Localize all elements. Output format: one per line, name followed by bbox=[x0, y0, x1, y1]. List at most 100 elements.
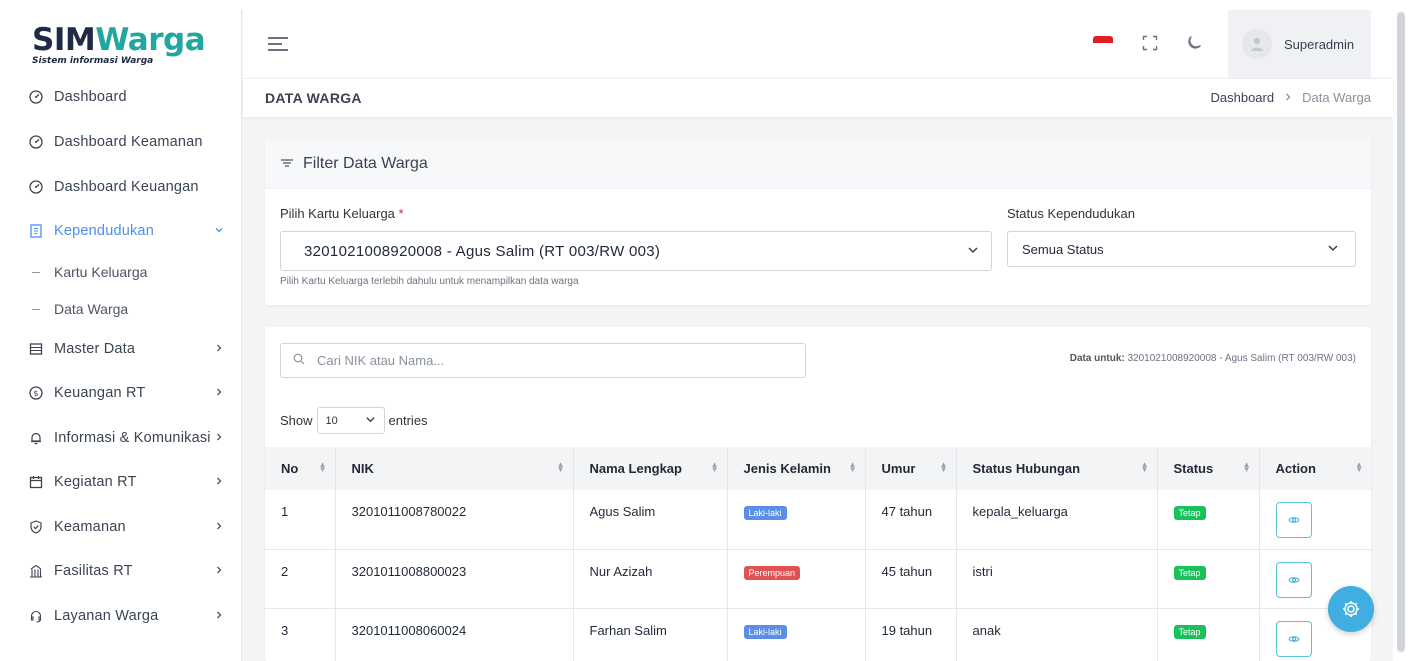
sidebar-item-dashboard-keuangan[interactable]: Dashboard Keuangan bbox=[28, 179, 224, 195]
data-for-label: Data untuk: bbox=[1069, 353, 1125, 364]
search-placeholder: Cari NIK atau Nama... bbox=[317, 353, 445, 368]
page-title: DATA WARGA bbox=[265, 90, 362, 106]
kk-select[interactable]: 3201021008920008 - Agus Salim (RT 003/RW… bbox=[280, 231, 992, 271]
gender-badge: Laki-laki bbox=[743, 624, 787, 639]
sidebar-item-label: Keamanan bbox=[54, 519, 126, 535]
chevron-right-icon bbox=[212, 342, 224, 356]
dark-mode-moon-icon[interactable] bbox=[1183, 32, 1205, 54]
chevron-right-icon bbox=[212, 386, 224, 400]
page-title-bar: DATA WARGA Dashboard Data Warga bbox=[243, 78, 1393, 117]
gender-badge: Laki-laki bbox=[743, 506, 787, 520]
cell-action bbox=[1259, 490, 1371, 550]
status-select[interactable]: Semua Status bbox=[1007, 231, 1356, 267]
sidebar-item-layanan-warga[interactable]: Layanan Warga bbox=[28, 608, 224, 624]
user-menu[interactable]: Superadmin bbox=[1228, 10, 1371, 78]
column-header-status-hubungan[interactable]: Status Hubungan ▲ ▼ bbox=[956, 447, 1158, 490]
sidebar-item-dashboard-keamanan[interactable]: Dashboard Keamanan bbox=[28, 134, 224, 150]
column-header-no[interactable]: No ▲ ▼ bbox=[265, 447, 336, 490]
kk-help-text: Pilih Kartu Keluarga terlebih dahulu unt… bbox=[280, 276, 579, 287]
table-row: 3 3201011008060024 Farhan Salim Laki-lak… bbox=[265, 608, 1371, 661]
sidebar-item-label: Dashboard bbox=[54, 89, 127, 105]
column-header-status[interactable]: Status ▲ ▼ bbox=[1157, 447, 1260, 490]
breadcrumb-dashboard-link[interactable]: Dashboard bbox=[1211, 90, 1275, 105]
search-input[interactable]: Cari NIK atau Nama... bbox=[280, 343, 806, 378]
sort-icon: ▲ ▼ bbox=[1140, 460, 1149, 474]
cell-status-hubungan: kepala_keluarga bbox=[956, 490, 1158, 550]
sort-icon: ▲ ▼ bbox=[1242, 460, 1251, 474]
kk-select-value: 3201021008920008 - Agus Salim (RT 003/RW… bbox=[304, 242, 661, 260]
cell-nik: 3201011008780022 bbox=[335, 490, 574, 550]
chevron-right-icon bbox=[212, 520, 224, 534]
language-flag-icon[interactable] bbox=[1093, 36, 1113, 50]
sidebar-item-keuangan-rt[interactable]: $ Keuangan RT bbox=[28, 385, 224, 401]
required-mark: * bbox=[398, 206, 404, 221]
eye-icon bbox=[1287, 517, 1300, 523]
sidebar-subitem-label: Kartu Keluarga bbox=[54, 264, 148, 280]
sort-icon: ▲ ▼ bbox=[1355, 460, 1363, 474]
breadcrumb: Dashboard Data Warga bbox=[1211, 90, 1372, 105]
chevron-down-icon bbox=[212, 224, 224, 238]
sidebar-item-fasilitas-rt[interactable]: Fasilitas RT bbox=[28, 563, 224, 579]
cell-nama: Nur Azizah bbox=[573, 549, 728, 609]
sidebar-item-label: Dashboard Keuangan bbox=[54, 179, 199, 195]
dollar-icon: $ bbox=[28, 385, 44, 401]
page-length-control: Show 10 entries bbox=[280, 407, 428, 434]
logo-sim: SIM bbox=[32, 22, 96, 58]
headset-icon bbox=[28, 608, 44, 624]
app-logo[interactable]: SIMWarga Sistem informasi Warga bbox=[32, 22, 206, 66]
data-for-value: 3201021008920008 - Agus Salim (RT 003/RW… bbox=[1127, 353, 1357, 364]
sidebar-item-label: Informasi & Komunikasi bbox=[54, 430, 211, 446]
cell-umur: 47 tahun bbox=[865, 490, 957, 550]
search-icon bbox=[293, 353, 305, 368]
cell-jenis-kelamin: Perempuan bbox=[727, 549, 866, 609]
fullscreen-icon[interactable] bbox=[1139, 32, 1161, 54]
hamburger-menu-icon[interactable] bbox=[268, 37, 288, 55]
breadcrumb-current: Data Warga bbox=[1302, 90, 1371, 105]
building-icon bbox=[28, 563, 44, 579]
data-for-info: Data untuk: 3201021008920008 - Agus Sali… bbox=[1070, 353, 1356, 364]
warga-table: No ▲ ▼ NIK ▲ ▼ Nama Lengkap ▲ ▼ Jenis Kelamin ▲… bbox=[265, 447, 1371, 661]
logo-warga: Warga bbox=[95, 22, 206, 58]
bell-icon bbox=[28, 430, 44, 446]
cell-umur: 45 tahun bbox=[865, 549, 957, 609]
status-badge: Tetap bbox=[1173, 565, 1206, 580]
gauge-icon bbox=[28, 179, 44, 195]
cell-umur: 19 tahun bbox=[865, 608, 957, 661]
page-length-select[interactable]: 10 bbox=[316, 407, 385, 434]
cell-jenis-kelamin: Laki-laki bbox=[727, 490, 866, 550]
view-detail-button[interactable] bbox=[1275, 620, 1312, 657]
sidebar-item-master-data[interactable]: Master Data bbox=[28, 341, 224, 357]
sidebar-item-label: Fasilitas RT bbox=[54, 563, 133, 579]
sidebar-item-keamanan[interactable]: Keamanan bbox=[28, 519, 224, 535]
calendar-icon bbox=[28, 474, 44, 490]
status-select-value: Semua Status bbox=[1022, 241, 1104, 257]
sidebar-item-label: Kegiatan RT bbox=[54, 474, 137, 490]
view-detail-button[interactable] bbox=[1275, 502, 1312, 538]
view-detail-button[interactable] bbox=[1275, 561, 1312, 598]
sidebar-item-informasi-komunikasi[interactable]: Informasi & Komunikasi bbox=[28, 430, 224, 446]
top-header: Superadmin bbox=[243, 10, 1393, 78]
column-header-nik[interactable]: NIK ▲ ▼ bbox=[335, 447, 574, 490]
sidebar-item-label: Kependudukan bbox=[54, 223, 154, 239]
gear-icon bbox=[1343, 601, 1359, 617]
svg-text:$: $ bbox=[33, 389, 38, 398]
sidebar-subitem-data-warga[interactable]: Data Warga bbox=[32, 301, 128, 317]
sidebar-item-dashboard[interactable]: Dashboard bbox=[28, 89, 224, 105]
settings-fab-button[interactable] bbox=[1328, 586, 1374, 632]
column-header-jenis-kelamin[interactable]: Jenis Kelamin ▲ ▼ bbox=[727, 447, 866, 490]
column-header-umur[interactable]: Umur ▲ ▼ bbox=[865, 447, 957, 490]
sidebar-item-kegiatan-rt[interactable]: Kegiatan RT bbox=[28, 474, 224, 490]
user-name: Superadmin bbox=[1284, 36, 1355, 52]
chevron-down-icon bbox=[365, 414, 376, 428]
page-scrollbar[interactable] bbox=[1393, 10, 1409, 661]
sidebar-item-kependudukan[interactable]: Kependudukan bbox=[28, 223, 224, 239]
sidebar-subitem-kartu-keluarga[interactable]: Kartu Keluarga bbox=[32, 264, 147, 280]
shield-icon bbox=[28, 519, 44, 535]
table-header-row: No ▲ ▼ NIK ▲ ▼ Nama Lengkap ▲ ▼ Jenis Kelamin ▲… bbox=[265, 447, 1371, 490]
dash-icon bbox=[32, 308, 40, 310]
column-header-nama[interactable]: Nama Lengkap ▲ ▼ bbox=[573, 447, 728, 490]
column-header-action[interactable]: Action ▲ ▼ bbox=[1259, 447, 1371, 490]
sort-icon: ▲ ▼ bbox=[318, 460, 327, 474]
cell-status-hubungan: anak bbox=[956, 608, 1158, 661]
cell-no: 1 bbox=[265, 490, 336, 550]
